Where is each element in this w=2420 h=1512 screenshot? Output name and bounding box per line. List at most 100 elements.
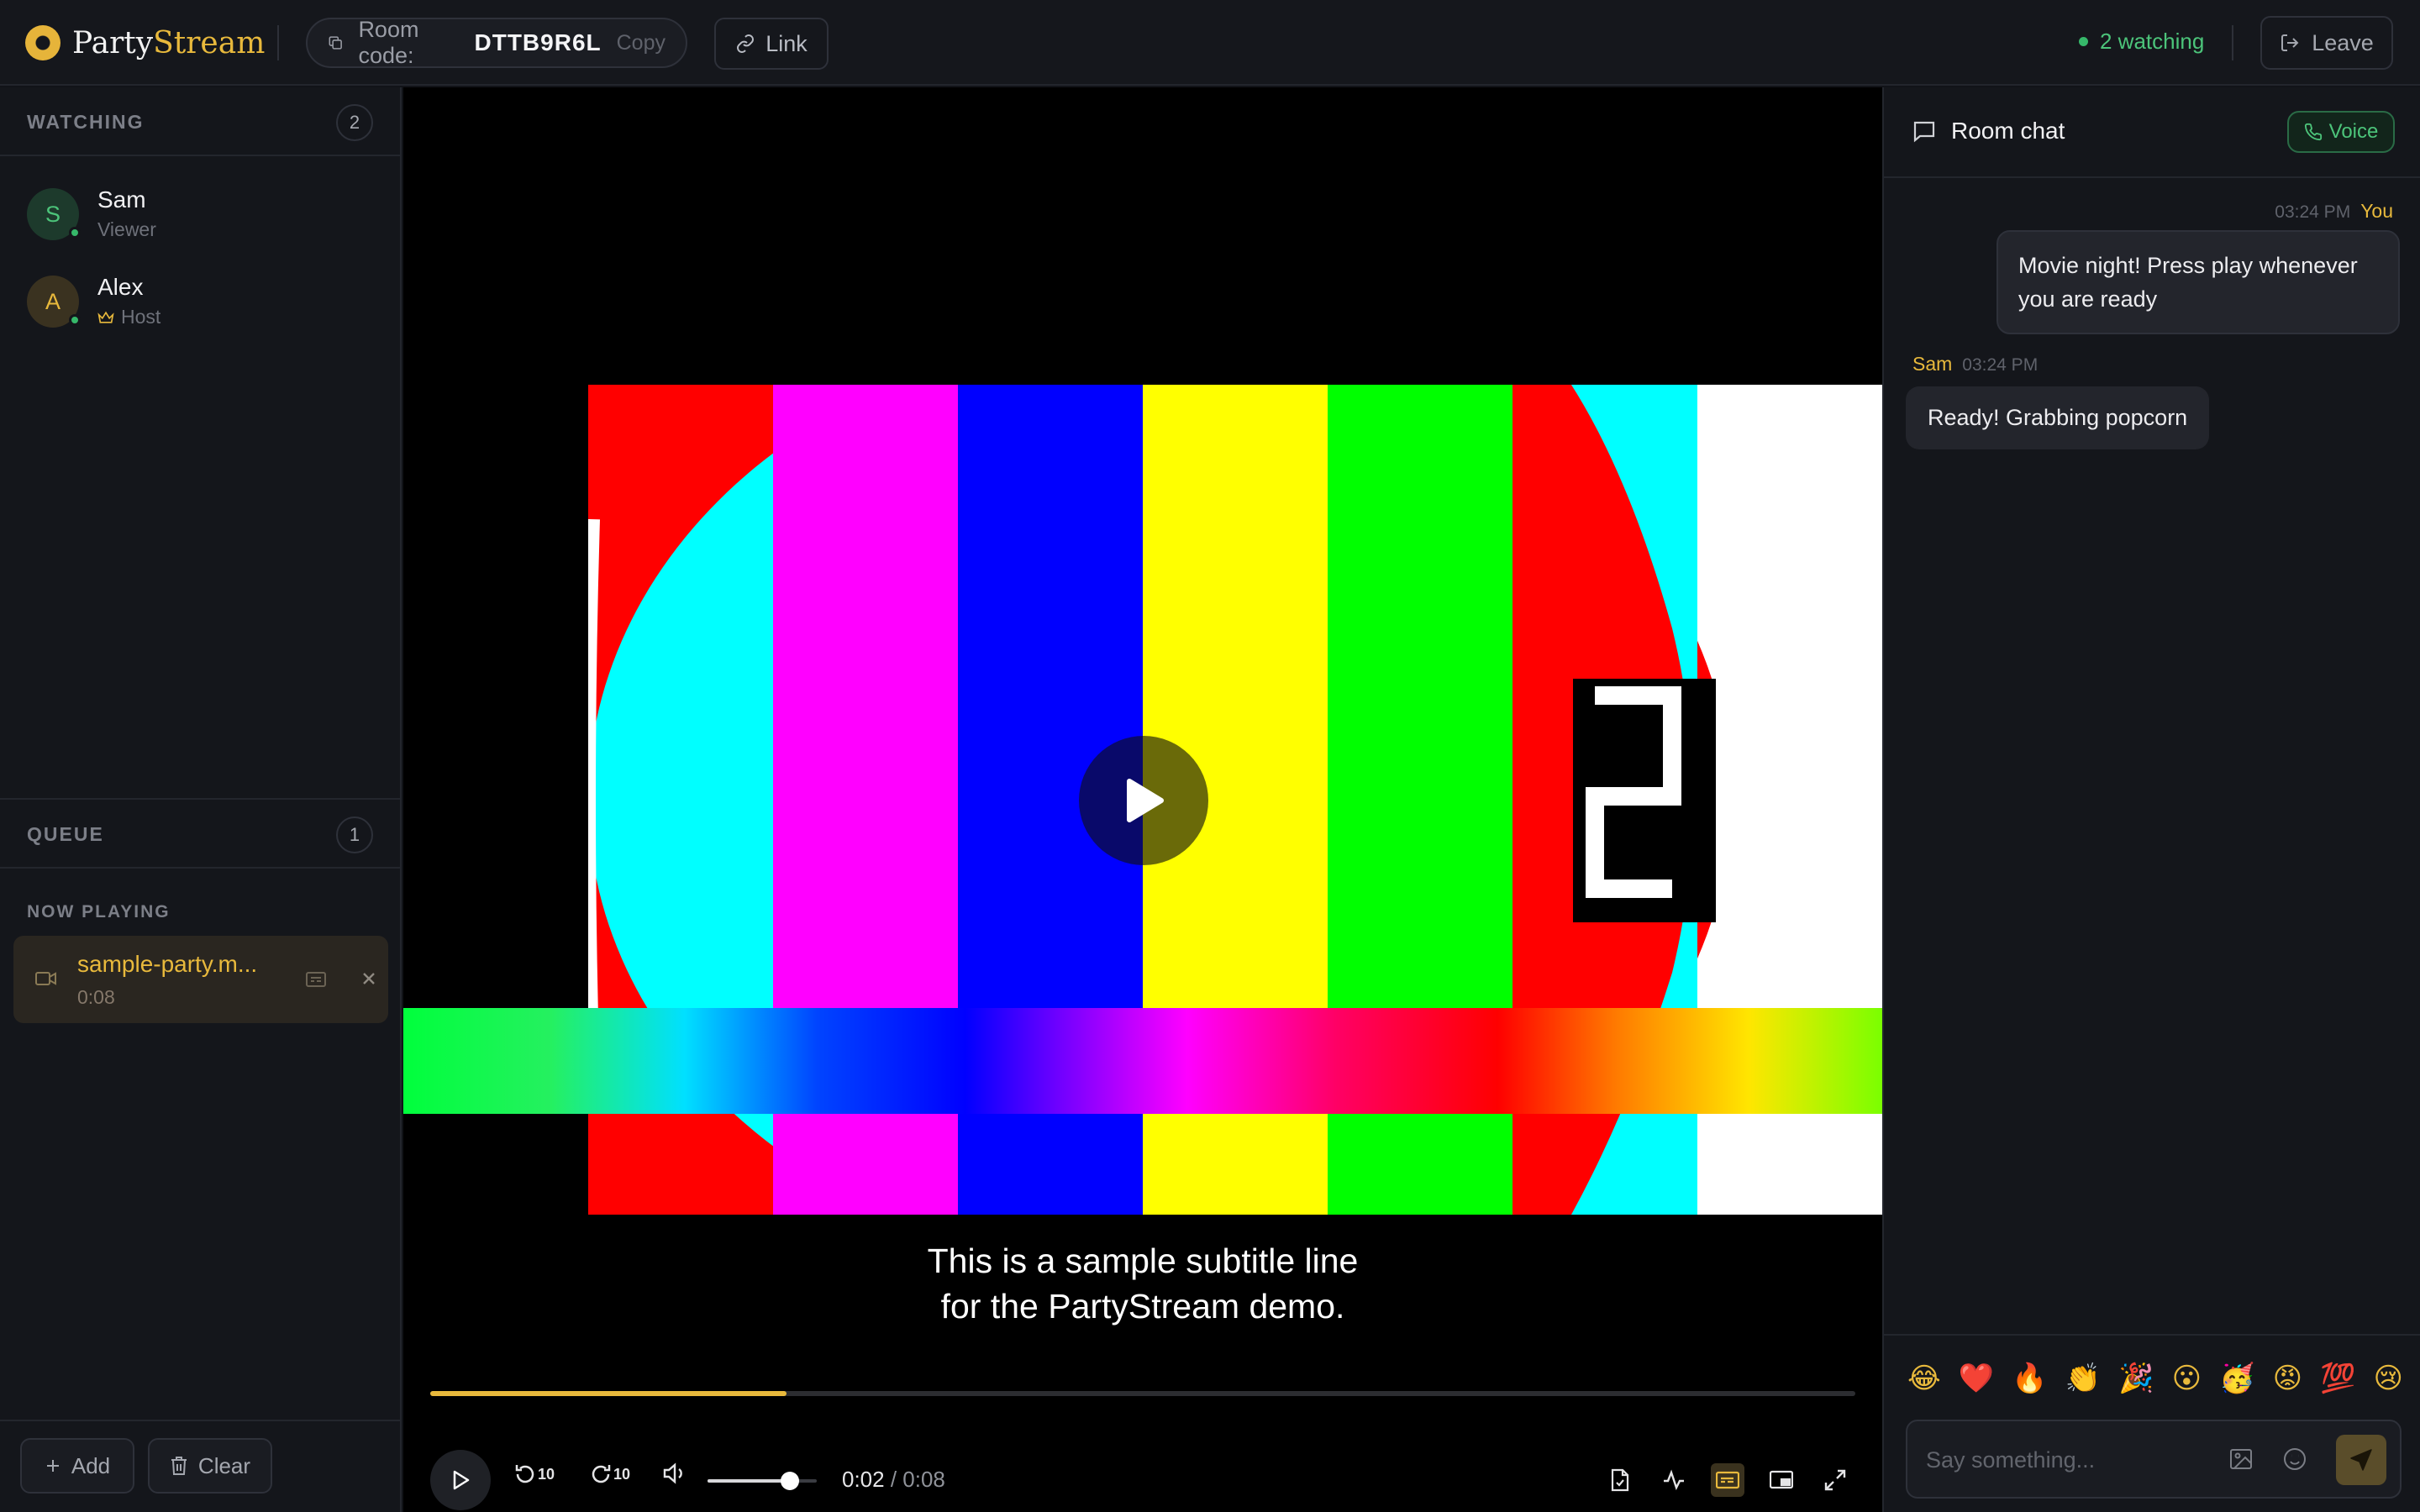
remove-icon[interactable] — [360, 969, 378, 988]
chat-input[interactable] — [1926, 1440, 2228, 1480]
emoji-reaction[interactable]: 😡 — [2273, 1357, 2302, 1399]
brand-name: PartyStream — [72, 25, 266, 60]
message-icon — [1913, 121, 1935, 143]
avatar: A — [27, 276, 81, 328]
send-button[interactable] — [2336, 1435, 2386, 1485]
crown-icon — [97, 311, 114, 323]
play-button[interactable] — [430, 1450, 491, 1510]
emoji-reaction[interactable]: 🥳 — [2219, 1357, 2254, 1399]
phone-icon — [2304, 123, 2322, 141]
play-overlay-button[interactable] — [1079, 736, 1208, 865]
picture-in-picture-button[interactable] — [1765, 1463, 1798, 1497]
time-display: 0:02 / 0:08 — [842, 1467, 945, 1492]
queue-count-badge: 1 — [336, 816, 373, 853]
volume-slider[interactable] — [708, 1472, 817, 1490]
top-bar: PartyStream Room code: DTTB9R6L Copy Lin… — [0, 0, 2420, 86]
forward-icon — [592, 1465, 611, 1483]
online-dot — [69, 227, 81, 239]
rewind-icon — [515, 1465, 534, 1483]
user-name: Alex — [97, 274, 144, 300]
voice-button[interactable]: Voice — [2287, 111, 2395, 153]
volume-handle[interactable] — [780, 1472, 799, 1490]
volume-level — [708, 1479, 790, 1483]
chat-composer — [1906, 1420, 2402, 1499]
divider — [0, 1420, 400, 1421]
emoji-reaction[interactable]: 😂 — [1907, 1357, 1941, 1399]
plus-icon — [46, 1460, 59, 1472]
clear-button[interactable]: Clear — [148, 1438, 272, 1494]
chat-header: Room chat Voice — [1884, 87, 2420, 178]
subtitles-icon[interactable] — [306, 971, 326, 988]
pip-icon — [1770, 1470, 1793, 1489]
queue-section-header: QUEUE 1 — [0, 800, 400, 869]
queue-item-title: sample-party.m... — [77, 951, 258, 977]
watching-count-label: 2 watching — [2100, 29, 2205, 54]
share-link-button[interactable]: Link — [714, 18, 829, 70]
room-code-label: Room code: — [358, 17, 419, 68]
link-icon — [737, 34, 755, 53]
file-icon — [1611, 1468, 1629, 1492]
copy-icon — [329, 36, 342, 50]
expand-icon — [1824, 1469, 1846, 1491]
sync-button[interactable] — [1657, 1463, 1691, 1497]
message-meta: Sam 03:24 PM — [1912, 353, 2039, 375]
skip-back-button[interactable]: 10 — [513, 1462, 555, 1487]
emoji-reaction[interactable]: 💯 — [2320, 1357, 2355, 1399]
chat-title: Room chat — [1912, 118, 2065, 144]
leave-button[interactable]: Leave — [2260, 16, 2393, 70]
online-dot — [69, 314, 81, 326]
queue-item-now-playing[interactable]: sample-party.m... 0:08 — [13, 936, 388, 1023]
divider — [1884, 1334, 2420, 1336]
online-dot — [2079, 37, 2088, 46]
emoji-reaction[interactable]: 🔥 — [2012, 1357, 2047, 1399]
queue-item-duration: 0:08 — [77, 986, 115, 1008]
emoji-reactions: 😂 ❤️ 🔥 👏 🎉 😮 🥳 😡 💯 😢 — [1907, 1357, 2403, 1399]
chat-panel: Room chat Voice 03:24 PM You Movie night!… — [1882, 87, 2420, 1512]
emoji-reaction[interactable]: ❤️ — [1959, 1357, 1994, 1399]
copy-button[interactable]: Copy — [617, 31, 666, 55]
subtitle-line: for the PartyStream demo. — [940, 1287, 1345, 1326]
emoji-icon[interactable] — [2282, 1446, 2307, 1472]
user-name: Sam — [97, 186, 146, 213]
volume-icon — [663, 1462, 682, 1484]
brand-logo[interactable]: PartyStream — [25, 24, 265, 62]
play-icon — [1127, 779, 1164, 822]
volume-button[interactable] — [662, 1462, 687, 1485]
add-button[interactable]: Add — [20, 1438, 134, 1494]
divider — [2232, 25, 2233, 60]
subtitle-overlay: This is a sample subtitle line for the P… — [403, 1238, 1882, 1329]
watching-indicator: 2 watching — [2079, 29, 2204, 55]
image-icon[interactable] — [2228, 1446, 2254, 1472]
seek-bar[interactable] — [430, 1391, 1855, 1396]
seek-progress — [430, 1391, 786, 1396]
avatar: S — [27, 188, 81, 240]
emoji-reaction[interactable]: 😮 — [2172, 1357, 2202, 1399]
fullscreen-button[interactable] — [1818, 1463, 1852, 1497]
leave-label: Leave — [2312, 29, 2374, 55]
divider — [277, 25, 279, 60]
user-row-alex[interactable]: A Alex Host — [27, 267, 380, 334]
logo-icon — [25, 25, 60, 60]
subtitles-toggle[interactable] — [1711, 1463, 1744, 1497]
user-row-sam[interactable]: S Sam Viewer — [27, 180, 380, 247]
upload-subtitle-button[interactable] — [1603, 1463, 1637, 1497]
message-meta: 03:24 PM You — [2275, 200, 2393, 222]
captions-icon — [1716, 1471, 1739, 1489]
room-code-pill[interactable]: Room code: DTTB9R6L Copy — [306, 17, 687, 68]
subtitle-line: This is a sample subtitle line — [927, 1242, 1359, 1280]
video-icon — [35, 972, 56, 985]
color-gradient-band — [403, 1008, 1882, 1114]
skip-forward-button[interactable]: 10 — [588, 1462, 630, 1487]
emoji-reaction[interactable]: 🎉 — [2118, 1357, 2154, 1399]
chat-message-own: Movie night! Press play whenever you are… — [1996, 230, 2400, 334]
user-role: Viewer — [97, 218, 156, 240]
watching-title: WATCHING — [27, 111, 145, 133]
player-controls: 10 10 0:02 / 0:08 — [430, 1450, 1855, 1512]
participants-sidebar: WATCHING 2 S Sam Viewer A Alex Host QUEU… — [0, 87, 402, 1512]
video-player[interactable]: This is a sample subtitle line for the P… — [403, 87, 1882, 1512]
emoji-reaction[interactable]: 👏 — [2065, 1357, 2101, 1399]
user-role: Host — [97, 306, 160, 328]
emoji-reaction[interactable]: 😢 — [2374, 1357, 2403, 1399]
now-playing-label: NOW PLAYING — [27, 902, 171, 921]
watching-count-badge: 2 — [336, 104, 373, 141]
